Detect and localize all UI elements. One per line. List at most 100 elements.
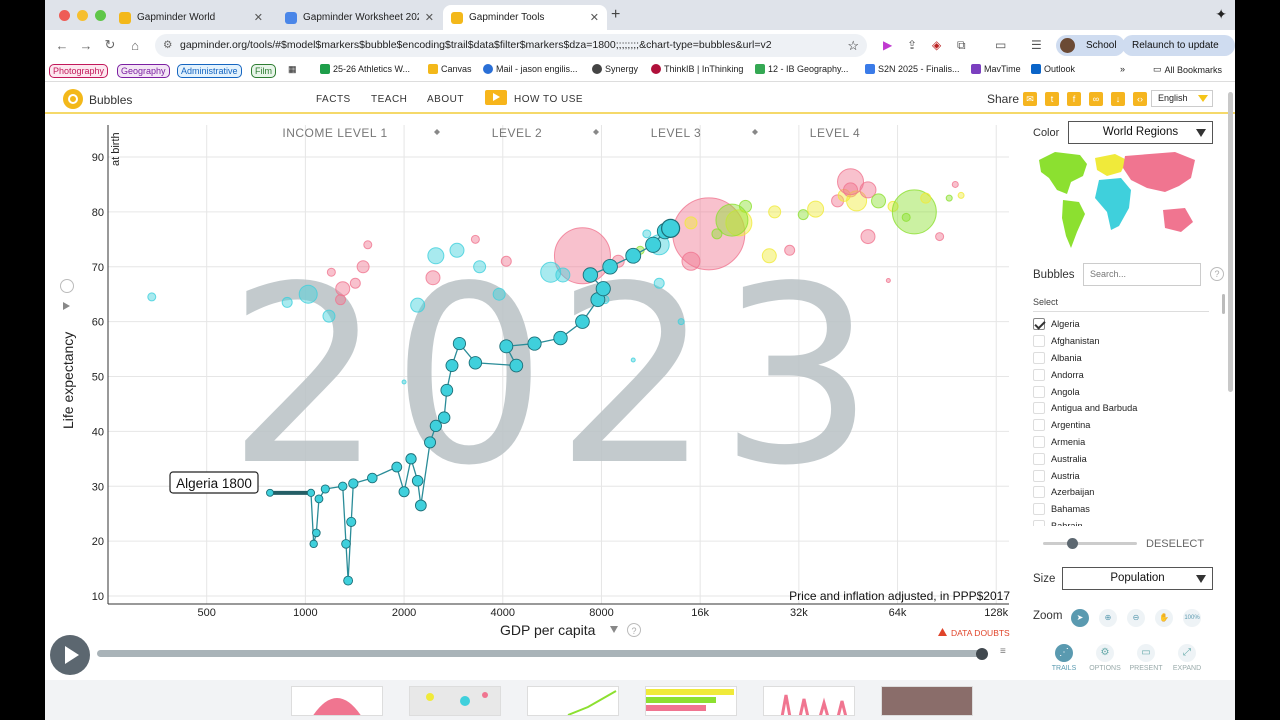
thumbnail-lines[interactable] [527, 686, 619, 716]
trail-point[interactable] [314, 494, 324, 504]
trail-point[interactable] [445, 359, 459, 372]
algeria-bubble[interactable] [660, 218, 681, 238]
embed-code-icon[interactable]: ‹› [1133, 92, 1147, 106]
country-bubble[interactable] [885, 277, 891, 283]
country-item[interactable]: Armenia [1033, 434, 1213, 451]
country-checkbox[interactable] [1033, 402, 1045, 415]
zoom-out-icon[interactable]: ⊖ [1127, 609, 1145, 627]
country-bubble[interactable] [401, 379, 407, 385]
country-item[interactable]: Angola [1033, 383, 1213, 400]
relaunch-button[interactable]: Relaunch to update ⋮ [1122, 35, 1235, 72]
facebook-share-icon[interactable]: f [1067, 92, 1081, 106]
reload-icon[interactable]: ↻ [97, 37, 123, 53]
country-checkbox[interactable] [1033, 486, 1045, 499]
reading-list-icon[interactable]: ☰ [1031, 38, 1042, 52]
country-item[interactable]: Algeria [1033, 316, 1213, 333]
list-scrollbar[interactable] [1222, 294, 1225, 314]
americas-south-region[interactable] [1062, 200, 1085, 248]
trail-point[interactable] [625, 247, 642, 264]
country-bubble[interactable] [298, 284, 318, 304]
country-bubble[interactable] [473, 260, 487, 274]
bookmark-mail[interactable]: Mail - jason engilis... [483, 64, 578, 74]
trail-point[interactable] [527, 336, 542, 351]
color-select[interactable]: World Regions [1068, 121, 1213, 144]
minimize-window-button[interactable] [77, 10, 88, 21]
trail-point[interactable] [602, 258, 618, 275]
bookmark-athletics[interactable]: 25-26 Athletics W... [320, 64, 410, 74]
country-item[interactable]: Australia [1033, 450, 1213, 467]
country-item[interactable]: Bahrain [1033, 518, 1213, 526]
trail-point[interactable] [499, 339, 514, 354]
trail-point[interactable] [367, 472, 378, 484]
thumbnail-maps[interactable] [409, 686, 501, 716]
tab-gapminder-worksheet[interactable]: Gapminder Worksheet 2025-2 ✕ [277, 5, 442, 30]
url-field[interactable]: ⚙ gapminder.org/tools/#$model$markers$bub… [155, 34, 867, 57]
thumbnail-ages[interactable] [763, 686, 855, 716]
help-icon[interactable]: ? [1210, 267, 1224, 281]
country-checkbox[interactable] [1033, 452, 1045, 465]
trail-point[interactable] [553, 330, 568, 346]
close-tab-icon[interactable]: ✕ [425, 11, 434, 24]
country-bubble[interactable] [356, 260, 370, 274]
country-bubble[interactable] [957, 191, 965, 199]
bookmark-film[interactable]: Film [251, 64, 276, 78]
country-bubble[interactable] [871, 193, 887, 209]
trail-point[interactable] [575, 314, 590, 329]
y-axis-label[interactable]: Life expectancy [60, 332, 76, 429]
trail-point[interactable] [424, 436, 437, 449]
bookmark-ib-geography[interactable]: 12 - IB Geography... [755, 64, 848, 74]
page-scrollbar[interactable] [1228, 92, 1233, 392]
trail-point[interactable] [341, 539, 351, 549]
bookmark-thinkib[interactable]: ThinkIB | InThinking [651, 64, 743, 74]
country-item[interactable]: Azerbaijan [1033, 484, 1213, 501]
present-button[interactable]: ▭ PRESENT [1126, 644, 1166, 672]
site-info-icon[interactable]: ⚙ [163, 34, 172, 57]
country-bubble[interactable] [951, 180, 959, 188]
back-icon[interactable]: ← [49, 38, 75, 53]
trail-point[interactable] [405, 453, 417, 465]
y-axis-help-icon[interactable] [60, 279, 74, 293]
country-bubble[interactable] [860, 229, 876, 245]
cast-icon[interactable]: ▭ [995, 38, 1006, 52]
asia-region[interactable] [1123, 152, 1195, 192]
bookmark-administrative[interactable]: Administrative [177, 64, 242, 78]
forward-icon[interactable]: → [73, 38, 99, 53]
country-item[interactable]: Antigua and Barbuda [1033, 400, 1213, 417]
deselect-button[interactable]: DESELECT [1146, 538, 1204, 550]
gemini-icon[interactable]: ✦ [1215, 6, 1227, 23]
country-bubble[interactable] [410, 297, 426, 313]
country-bubble[interactable] [335, 294, 347, 306]
trail-point[interactable] [595, 281, 611, 297]
country-bubble[interactable] [920, 192, 932, 204]
country-bubble[interactable] [797, 209, 809, 221]
country-item[interactable]: Austria [1033, 467, 1213, 484]
country-item[interactable]: Albania [1033, 350, 1213, 367]
extension-icon[interactable]: ⇪ [907, 38, 917, 52]
trail-point[interactable] [509, 358, 524, 373]
country-bubble[interactable] [322, 309, 336, 323]
country-checkbox[interactable] [1033, 519, 1045, 526]
country-bubble[interactable] [349, 277, 361, 289]
country-bubble[interactable] [555, 267, 571, 283]
opacity-slider[interactable] [1043, 542, 1137, 545]
data-doubts-link[interactable]: DATA DOUBTS [938, 628, 1010, 638]
home-icon[interactable]: ⌂ [122, 38, 148, 53]
trail-point[interactable] [411, 475, 424, 487]
trail-point[interactable] [343, 575, 354, 586]
bubble-chart[interactable]: 2023 INCOME LEVEL 1 LEVEL 2 LEVEL 3 LEVEL 4… [45, 116, 1025, 646]
bookmark-synergy[interactable]: Synergy [592, 64, 638, 74]
trail-point[interactable] [306, 488, 316, 497]
thumbnail-dollar-street[interactable] [881, 686, 973, 716]
trail-point[interactable] [312, 528, 321, 538]
trails-button[interactable]: ⋰ TRAILS [1044, 644, 1084, 672]
size-select[interactable]: Population [1062, 567, 1213, 590]
all-bookmarks[interactable]: ▭ All Bookmarks [1153, 64, 1222, 75]
link-share-icon[interactable]: ∞ [1089, 92, 1103, 106]
tab-gapminder-world[interactable]: Gapminder World ✕ [111, 5, 271, 30]
americas-north-region[interactable] [1039, 152, 1087, 194]
close-tab-icon[interactable]: ✕ [254, 11, 263, 24]
x-axis-dropdown-icon[interactable] [610, 626, 618, 633]
search-input[interactable]: Search... [1083, 263, 1201, 286]
more-bookmarks-icon[interactable]: » [1120, 64, 1125, 74]
trail-point[interactable] [266, 488, 274, 497]
